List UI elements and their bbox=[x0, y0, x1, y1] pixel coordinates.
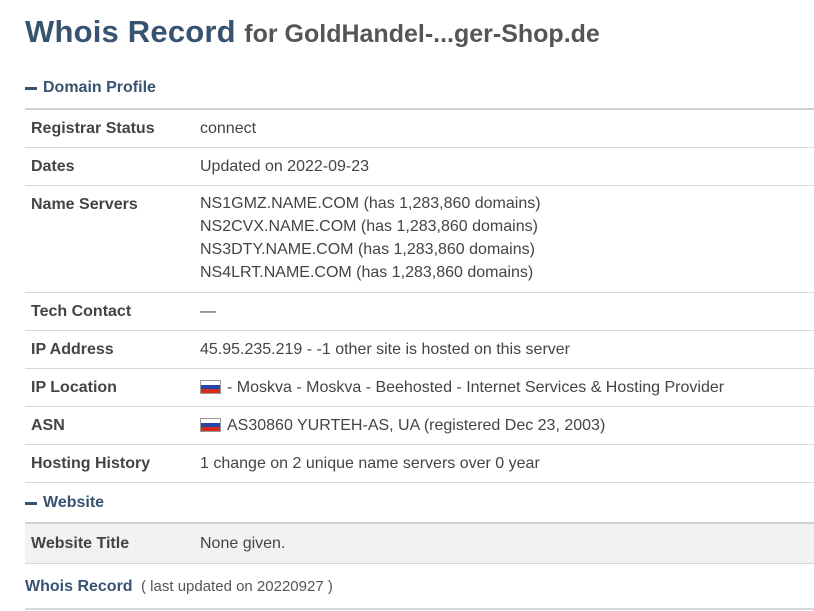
collapse-minus-icon bbox=[25, 501, 37, 505]
row-value-website-title: None given. bbox=[194, 522, 814, 564]
row-label-tech-contact: Tech Contact bbox=[25, 292, 194, 331]
table-row: Tech Contact — bbox=[25, 292, 814, 331]
name-server-3: NS3DTY.NAME.COM (has 1,283,860 domains) bbox=[200, 241, 535, 258]
row-value-dates: Updated on 2022-09-23 bbox=[194, 147, 814, 186]
table-row: IP Address 45.95.235.219 - -1 other site… bbox=[25, 330, 814, 369]
row-label-asn: ASN bbox=[25, 406, 194, 445]
table-row: Hosting History 1 change on 2 unique nam… bbox=[25, 444, 814, 483]
name-server-2: NS2CVX.NAME.COM (has 1,283,860 domains) bbox=[200, 218, 538, 235]
row-value-ip-location: - Moskva - Moskva - Beehosted - Internet… bbox=[194, 368, 814, 407]
website-table: Website Title None given. bbox=[25, 522, 814, 564]
page-title: Whois Record for GoldHandel-...ger-Shop.… bbox=[25, 14, 600, 50]
row-value-asn: AS30860 YURTEH-AS, UA (registered Dec 23… bbox=[194, 406, 814, 445]
name-server-4: NS4LRT.NAME.COM (has 1,283,860 domains) bbox=[200, 264, 534, 281]
domain-profile-table: Registrar Status connect Dates Updated o… bbox=[25, 108, 814, 483]
page-title-main: Whois Record bbox=[25, 14, 236, 49]
name-server-1: NS1GMZ.NAME.COM (has 1,283,860 domains) bbox=[200, 195, 541, 212]
row-label-ip-location: IP Location bbox=[25, 368, 194, 407]
table-row: Registrar Status connect bbox=[25, 108, 814, 148]
row-label-hosting-history: Hosting History bbox=[25, 444, 194, 483]
whois-record-link[interactable]: Whois Record bbox=[25, 578, 133, 595]
table-row: ASN AS30860 YURTEH-AS, UA (registered De… bbox=[25, 406, 814, 445]
row-value-tech-contact: — bbox=[194, 292, 814, 331]
website-toggle[interactable]: Website bbox=[25, 492, 104, 514]
asn-text: AS30860 YURTEH-AS, UA (registered Dec 23… bbox=[227, 417, 606, 434]
whois-record-footer: Whois Record ( last updated on 20220927 … bbox=[25, 578, 814, 610]
website-heading: Website bbox=[43, 494, 105, 511]
row-label-name-servers: Name Servers bbox=[25, 185, 194, 293]
row-value-ip-address[interactable]: 45.95.235.219 - -1 other site is hosted … bbox=[194, 330, 814, 369]
domain-profile-heading: Domain Profile bbox=[43, 79, 156, 96]
row-label-website-title: Website Title bbox=[25, 522, 194, 564]
row-value-name-servers: NS1GMZ.NAME.COM (has 1,283,860 domains) … bbox=[194, 185, 814, 293]
whois-page: Whois Record for GoldHandel-...ger-Shop.… bbox=[0, 0, 814, 611]
ip-location-text: - Moskva - Moskva - Beehosted - Internet… bbox=[227, 379, 725, 396]
table-row: Dates Updated on 2022-09-23 bbox=[25, 147, 814, 186]
russia-flag-icon bbox=[200, 418, 221, 432]
row-value-hosting-history[interactable]: 1 change on 2 unique name servers over 0… bbox=[194, 444, 814, 483]
row-label-ip-address: IP Address bbox=[25, 330, 194, 369]
row-label-dates: Dates bbox=[25, 147, 194, 186]
domain-profile-toggle[interactable]: Domain Profile bbox=[25, 77, 156, 99]
whois-last-updated: ( last updated on 20220927 ) bbox=[141, 578, 333, 595]
russia-flag-icon bbox=[200, 380, 221, 394]
row-value-registrar-status: connect bbox=[194, 108, 814, 148]
table-row: Name Servers NS1GMZ.NAME.COM (has 1,283,… bbox=[25, 185, 814, 293]
table-row: IP Location - Moskva - Moskva - Beehoste… bbox=[25, 368, 814, 407]
table-row: Website Title None given. bbox=[25, 522, 814, 564]
collapse-minus-icon bbox=[25, 86, 37, 90]
page-title-domain: for GoldHandel-...ger-Shop.de bbox=[244, 20, 600, 48]
row-label-registrar-status: Registrar Status bbox=[25, 108, 194, 148]
